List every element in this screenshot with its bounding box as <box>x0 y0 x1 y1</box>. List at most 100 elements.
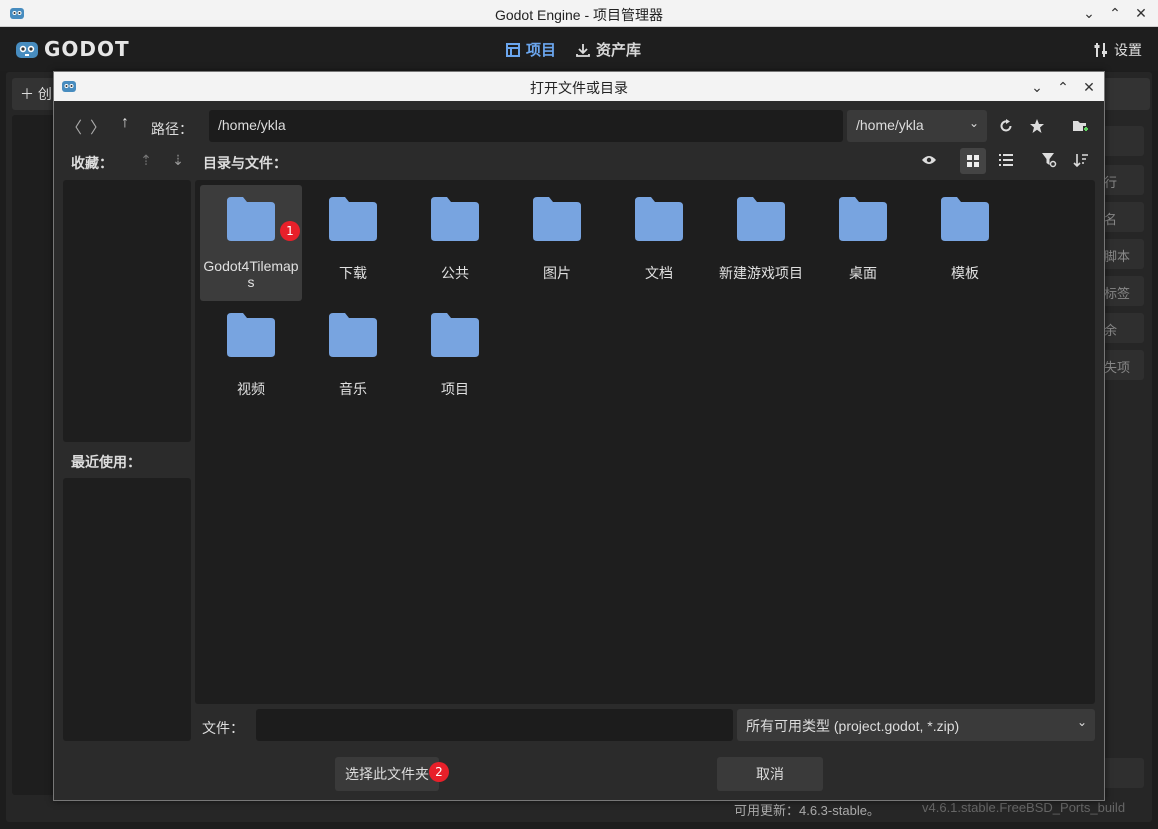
bg-side-button-3[interactable]: 脚本 <box>1100 239 1144 269</box>
folder-item[interactable]: 桌面 <box>812 185 914 301</box>
cancel-button[interactable]: 取消 <box>717 757 823 791</box>
dialog-minimize-chevron-down-icon[interactable]: ⌄ <box>1026 76 1048 98</box>
cancel-label: 取消 <box>756 766 784 782</box>
window-title: Godot Engine - 项目管理器 <box>494 7 664 23</box>
favorites-list[interactable] <box>63 180 191 442</box>
show-hidden-eye-icon[interactable] <box>917 148 941 172</box>
files-grid: Godot4Tilemaps 1 下载 公共 图片 文档 新建游戏项目 桌面 模… <box>195 180 1095 704</box>
folder-item[interactable]: 图片 <box>506 185 608 301</box>
bg-side-button-label: 脚本 <box>1104 249 1131 264</box>
path-input[interactable]: /home/ykla <box>209 110 843 142</box>
dialog-titlebar: 打开文件或目录 ⌄ ⌃ ✕ <box>54 72 1104 101</box>
grid-view-icon[interactable] <box>960 148 986 174</box>
open-file-dialog: 打开文件或目录 ⌄ ⌃ ✕ 〈 〉 ↑ 路径： /home/ykla /home… <box>53 71 1105 801</box>
folder-name: 项目 <box>441 381 469 397</box>
bg-side-button-label: 失项 <box>1104 360 1131 375</box>
list-view-icon[interactable] <box>994 148 1018 172</box>
folder-item[interactable]: 项目 <box>404 301 506 417</box>
folder-name: 新建游戏项目 <box>719 265 803 281</box>
select-folder-button[interactable]: 选择此文件夹 <box>335 757 439 791</box>
back-chevron-left-icon[interactable]: 〈 <box>64 114 84 137</box>
folder-name: 文档 <box>645 265 673 281</box>
minimize-chevron-down-icon[interactable]: ⌄ <box>1078 2 1100 24</box>
bg-side-button-1[interactable]: 行 <box>1100 165 1144 195</box>
chevron-down-icon: ⌄ <box>968 116 979 130</box>
bg-side-button-2[interactable]: 名 <box>1100 202 1144 232</box>
folder-icon <box>227 313 275 357</box>
create-label: 创 <box>37 86 52 102</box>
folder-name: 音乐 <box>339 381 367 397</box>
tab-projects[interactable]: 项目 <box>506 39 556 60</box>
update-available-text[interactable]: 可用更新：4.6.3-stable。 <box>734 800 880 819</box>
recent-label: 最近使用： <box>71 454 141 470</box>
filter-value: 所有可用类型 (project.godot, *.zip) <box>746 718 960 734</box>
filter-search-icon[interactable] <box>1037 148 1061 172</box>
go-up-arrow-icon[interactable]: ↑ <box>115 114 135 136</box>
tab-projects-label: 项目 <box>526 42 557 59</box>
bg-side-button-5[interactable]: 余 <box>1100 313 1144 343</box>
file-label: 文件： <box>202 720 244 736</box>
file-type-filter-select[interactable]: 所有可用类型 (project.godot, *.zip) ⌄ <box>737 709 1095 741</box>
dialog-title: 打开文件或目录 <box>530 80 628 96</box>
bg-side-button-0[interactable] <box>1100 126 1144 156</box>
folder-icon <box>737 197 785 241</box>
select-folder-label: 选择此文件夹 <box>345 766 429 782</box>
folder-name: 图片 <box>543 265 571 281</box>
os-titlebar: Godot Engine - 项目管理器 ⌄ ⌃ ✕ <box>0 0 1158 27</box>
path-toolbar: 〈 〉 ↑ 路径： /home/ykla /home/ykla ⌄ <box>54 108 1104 142</box>
bg-side-button-label: 余 <box>1104 323 1118 338</box>
bg-side-button-label: 标签 <box>1104 286 1131 301</box>
tab-asset-library[interactable]: 资产库 <box>576 39 641 60</box>
settings-button[interactable]: 设置 <box>1094 40 1142 60</box>
folder-item[interactable]: 下载 <box>302 185 404 301</box>
folder-icon <box>635 197 683 241</box>
move-up-arrow-icon[interactable]: ⇡ <box>134 148 158 172</box>
dialog-maximize-chevron-up-icon[interactable]: ⌃ <box>1052 76 1074 98</box>
folder-item[interactable]: 模板 <box>914 185 1016 301</box>
folder-icon <box>533 197 581 241</box>
folder-name: 视频 <box>237 381 265 397</box>
recent-list[interactable] <box>63 478 191 741</box>
bg-side-button-label: 名 <box>1104 212 1118 227</box>
refresh-icon[interactable] <box>994 114 1018 138</box>
bg-side-button-4[interactable]: 标签 <box>1100 276 1144 306</box>
folder-name: Godot4Tilemaps <box>203 258 299 290</box>
folder-icon <box>431 197 479 241</box>
move-down-arrow-icon[interactable]: ⇣ <box>166 148 190 172</box>
favorites-label: 收藏： <box>71 155 113 171</box>
forward-chevron-right-icon[interactable]: 〉 <box>88 114 108 137</box>
settings-label: 设置 <box>1114 42 1142 58</box>
folder-item[interactable]: Godot4Tilemaps 1 <box>200 185 302 301</box>
favorite-star-icon[interactable] <box>1025 114 1049 138</box>
dialog-close-icon[interactable]: ✕ <box>1078 76 1100 98</box>
maximize-chevron-up-icon[interactable]: ⌃ <box>1104 2 1126 24</box>
path-history-select[interactable]: /home/ykla ⌄ <box>847 110 987 142</box>
path-select-value: /home/ykla <box>856 117 924 133</box>
folder-icon <box>839 197 887 241</box>
chevron-down-icon: ⌄ <box>1076 715 1087 729</box>
main-toolbar: GODOT 项目 资产库 设置 <box>0 27 1158 71</box>
bg-side-button-label: 行 <box>1104 175 1118 190</box>
folder-name: 下载 <box>339 265 367 281</box>
file-name-input[interactable] <box>256 709 733 741</box>
folder-item[interactable]: 视频 <box>200 301 302 417</box>
bg-side-button-6[interactable]: 失项 <box>1100 350 1144 380</box>
project-list-icon <box>506 42 520 57</box>
close-icon[interactable]: ✕ <box>1130 2 1152 24</box>
version-text: v4.6.1.stable.FreeBSD_Ports_build <box>922 800 1126 815</box>
godot-robot-icon <box>16 42 38 58</box>
folder-item[interactable]: 新建游戏项目 <box>710 185 812 301</box>
bg-side-button-run[interactable] <box>1100 758 1144 788</box>
folder-icon <box>431 313 479 357</box>
new-folder-icon[interactable] <box>1069 114 1093 138</box>
folder-item[interactable]: 公共 <box>404 185 506 301</box>
files-label: 目录与文件： <box>203 155 287 171</box>
path-label: 路径： <box>151 121 193 137</box>
folder-name: 模板 <box>951 265 979 281</box>
folder-item[interactable]: 文档 <box>608 185 710 301</box>
annotation-badge-2: 2 <box>429 762 449 782</box>
folder-item[interactable]: 音乐 <box>302 301 404 417</box>
sort-select[interactable] <box>1100 78 1150 110</box>
sort-icon[interactable] <box>1069 148 1093 172</box>
folder-icon <box>941 197 989 241</box>
